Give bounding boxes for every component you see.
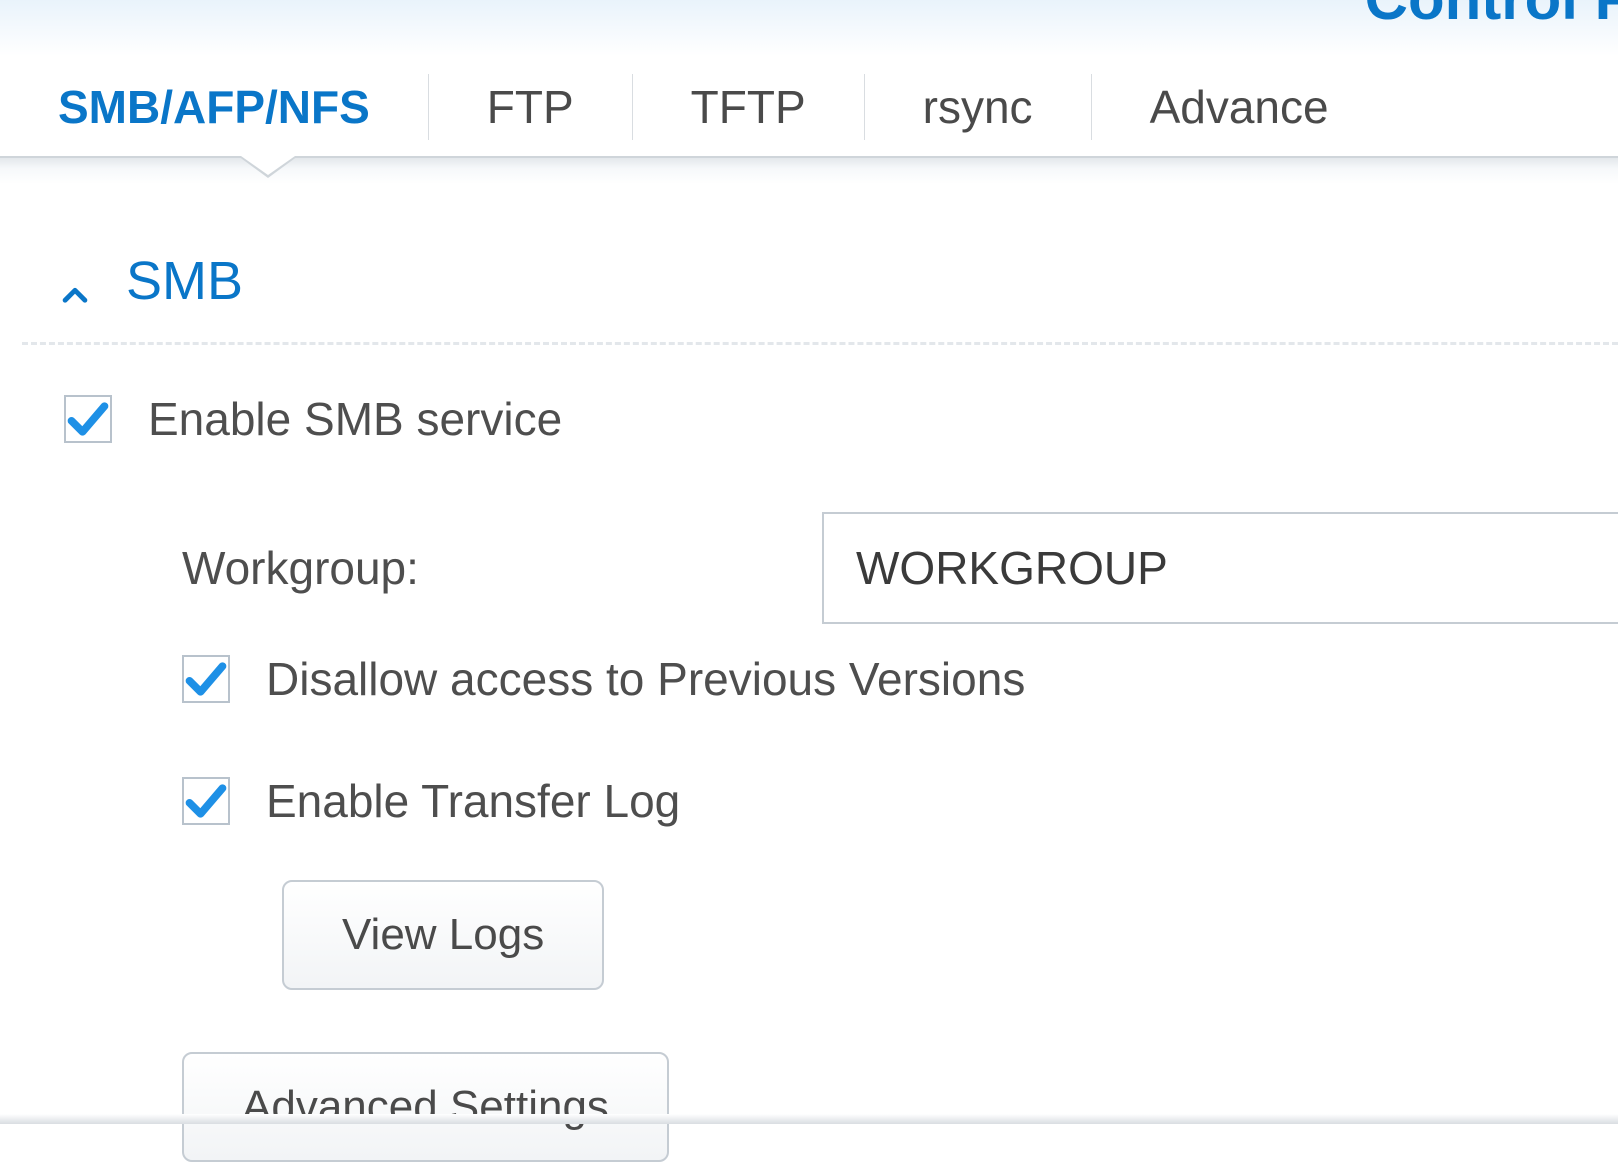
tab-label: FTP xyxy=(487,80,574,134)
advanced-settings-row: Advanced Settings xyxy=(182,1040,669,1174)
view-logs-button[interactable]: View Logs xyxy=(282,880,604,990)
tab-label: TFTP xyxy=(691,80,806,134)
check-icon xyxy=(184,657,228,701)
disallow-previous-label: Disallow access to Previous Versions xyxy=(266,652,1025,706)
advanced-settings-button[interactable]: Advanced Settings xyxy=(182,1052,669,1162)
section-smb: SMB xyxy=(22,250,1618,345)
disallow-previous-row: Disallow access to Previous Versions xyxy=(182,640,1025,718)
workgroup-label: Workgroup: xyxy=(182,541,822,595)
tab-label: Advance xyxy=(1150,80,1329,134)
tab-tftp[interactable]: TFTP xyxy=(633,58,864,156)
transfer-log-row: Enable Transfer Log xyxy=(182,762,680,840)
section-header[interactable]: SMB xyxy=(22,250,1618,345)
window-title: Control Pa xyxy=(1365,0,1618,33)
check-icon xyxy=(184,779,228,823)
check-icon xyxy=(66,397,110,441)
button-label: View Logs xyxy=(342,910,544,960)
tab-bar: SMB/AFP/NFS FTP TFTP rsync Advance xyxy=(0,58,1618,156)
workgroup-input[interactable] xyxy=(822,512,1618,624)
tab-ftp[interactable]: FTP xyxy=(429,58,632,156)
tab-label: SMB/AFP/NFS xyxy=(58,80,370,134)
workgroup-row: Workgroup: xyxy=(182,500,1618,636)
disallow-previous-checkbox[interactable] xyxy=(182,655,230,703)
enable-smb-label: Enable SMB service xyxy=(148,392,562,446)
view-logs-row: View Logs xyxy=(282,868,604,1002)
active-tab-indicator xyxy=(238,156,298,186)
chevron-up-icon xyxy=(58,264,92,298)
tab-advanced[interactable]: Advance xyxy=(1092,58,1387,156)
button-label: Advanced Settings xyxy=(242,1082,609,1132)
tab-smb-afp-nfs[interactable]: SMB/AFP/NFS xyxy=(0,58,428,156)
tab-label: rsync xyxy=(923,80,1033,134)
transfer-log-checkbox[interactable] xyxy=(182,777,230,825)
enable-smb-row: Enable SMB service xyxy=(64,380,562,458)
tab-rsync[interactable]: rsync xyxy=(865,58,1091,156)
bottom-crop-fade xyxy=(0,1114,1618,1124)
transfer-log-label: Enable Transfer Log xyxy=(266,774,680,828)
enable-smb-checkbox[interactable] xyxy=(64,395,112,443)
section-title: SMB xyxy=(126,250,243,312)
